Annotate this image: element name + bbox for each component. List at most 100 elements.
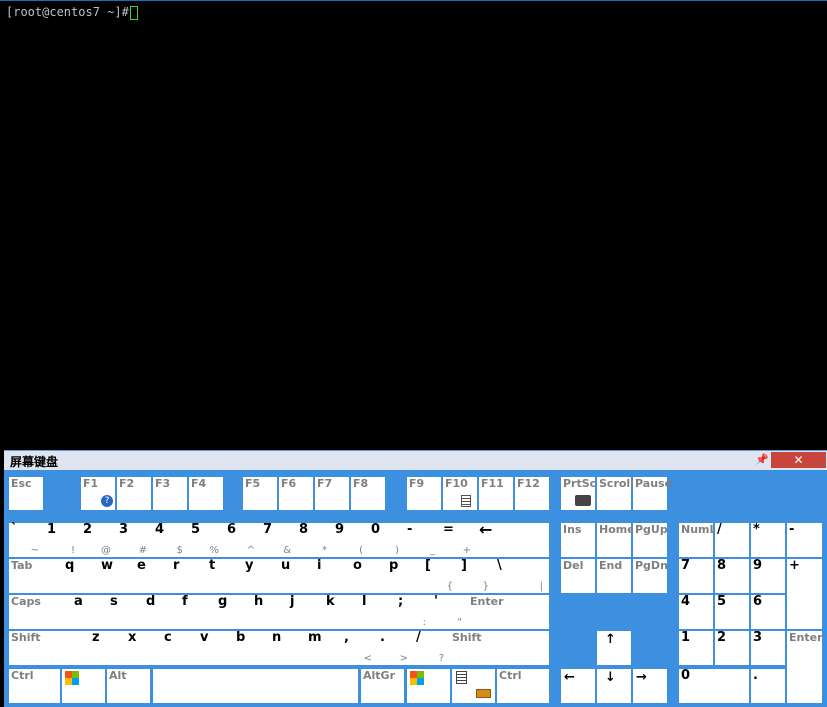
key-numpad-8[interactable]: 8 xyxy=(715,559,749,593)
key-numpad-2[interactable]: 2 xyxy=(715,631,749,665)
key-ins[interactable]: Ins xyxy=(561,523,595,557)
key-numpad-enter[interactable]: Enter xyxy=(787,631,823,703)
key-altgr[interactable]: AltGr xyxy=(361,669,404,703)
key-5[interactable]: 5% xyxy=(189,523,225,557)
key-pgdn[interactable]: PgDn xyxy=(633,559,668,593)
key-l[interactable]: l xyxy=(360,595,396,629)
key-9[interactable]: 9( xyxy=(333,523,369,557)
key-end[interactable]: End xyxy=(597,559,631,593)
key-numpad-subtract[interactable]: - xyxy=(787,523,822,557)
key-alt[interactable]: Alt xyxy=(107,669,150,703)
key-ctrl-left[interactable]: Ctrl xyxy=(9,669,60,703)
key-prtsc[interactable]: PrtSc xyxy=(561,477,596,510)
key-pgup[interactable]: PgUp xyxy=(633,523,668,557)
key-f12[interactable]: F12 xyxy=(515,477,549,510)
key-h[interactable]: h xyxy=(252,595,288,629)
keyboard-title-bar[interactable]: 屏幕键盘 📌 ✕ xyxy=(4,451,827,470)
key-3[interactable]: 3 # xyxy=(117,523,153,557)
key-c[interactable]: c xyxy=(162,631,198,665)
key-r[interactable]: r xyxy=(171,559,207,593)
key-arrow-right[interactable]: → xyxy=(633,669,667,703)
key-right-bracket[interactable]: ]} xyxy=(459,559,495,593)
key-q[interactable]: q xyxy=(63,559,99,593)
key-a[interactable]: a xyxy=(72,595,108,629)
key-6[interactable]: 6 ^ xyxy=(225,523,261,557)
key-o[interactable]: o xyxy=(351,559,387,593)
key-numlock[interactable]: NumL xyxy=(679,523,717,557)
key-f4[interactable]: F4 xyxy=(189,477,223,510)
key-v[interactable]: v xyxy=(198,631,234,665)
key-slash[interactable]: /? xyxy=(414,631,450,665)
key-f10[interactable]: F10 xyxy=(443,477,477,510)
key-e[interactable]: e xyxy=(135,559,171,593)
key-k[interactable]: k xyxy=(324,595,360,629)
key-f5[interactable]: F5 xyxy=(243,477,277,510)
key-enter[interactable]: Enter xyxy=(468,595,549,629)
key-4[interactable]: 4 $ xyxy=(153,523,189,557)
key-y[interactable]: y xyxy=(243,559,279,593)
key-period[interactable]: . > xyxy=(378,631,414,665)
key-z[interactable]: z xyxy=(90,631,126,665)
key-comma[interactable]: , < xyxy=(342,631,378,665)
key-b[interactable]: b xyxy=(234,631,270,665)
key-arrow-left[interactable]: ← xyxy=(561,669,595,703)
key-2[interactable]: 2 @ xyxy=(81,523,117,557)
pin-icon[interactable]: 📌 xyxy=(755,453,769,467)
key-arrow-up[interactable]: ↑ xyxy=(597,631,631,665)
key-menu[interactable] xyxy=(452,669,495,703)
key-8[interactable]: 8 * xyxy=(297,523,333,557)
key-quote[interactable]: ' " xyxy=(432,595,468,629)
key-semicolon[interactable]: ;: xyxy=(396,595,432,629)
key-w[interactable]: w xyxy=(99,559,135,593)
key-shift-right[interactable]: Shift xyxy=(450,631,549,665)
terminal-area[interactable]: [root@centos7 ~]# xyxy=(0,1,827,450)
key-pause[interactable]: Pause xyxy=(633,477,672,510)
key-f7[interactable]: F7 xyxy=(315,477,349,510)
close-button[interactable]: ✕ xyxy=(771,452,826,468)
key-del[interactable]: Del xyxy=(561,559,595,593)
key-x[interactable]: x xyxy=(126,631,162,665)
key-f[interactable]: f xyxy=(180,595,216,629)
key-d[interactable]: d xyxy=(144,595,180,629)
key-f1[interactable]: F1? xyxy=(81,477,115,510)
key-caps[interactable]: Caps xyxy=(9,595,72,629)
key-numpad-0[interactable]: 0 xyxy=(679,669,749,703)
key-space[interactable] xyxy=(153,669,358,703)
key-numpad-add[interactable]: + xyxy=(787,559,822,629)
key-backtick[interactable]: ` ~ xyxy=(9,523,45,557)
key-windows-left[interactable] xyxy=(62,669,105,703)
key-f9[interactable]: F9 xyxy=(407,477,441,510)
key-s[interactable]: s xyxy=(108,595,144,629)
key-m[interactable]: m xyxy=(306,631,342,665)
key-scroll[interactable]: Scroll xyxy=(597,477,634,510)
key-backspace[interactable]: ← xyxy=(477,522,549,557)
key-equal[interactable]: = + xyxy=(441,523,477,557)
key-minus[interactable]: - _ xyxy=(405,523,441,557)
key-numpad-multiply[interactable]: * xyxy=(751,523,785,557)
key-tab[interactable]: Tab xyxy=(9,559,63,593)
key-f3[interactable]: F3 xyxy=(153,477,187,510)
key-f6[interactable]: F6 xyxy=(279,477,313,510)
key-numpad-1[interactable]: 1 xyxy=(679,631,713,665)
key-numpad-7[interactable]: 7 xyxy=(679,559,713,593)
key-esc[interactable]: Esc xyxy=(9,477,43,510)
key-shift-left[interactable]: Shift xyxy=(9,631,90,665)
key-1[interactable]: 1! xyxy=(45,523,81,557)
key-u[interactable]: u xyxy=(279,559,315,593)
key-ctrl-right[interactable]: Ctrl xyxy=(497,669,549,703)
key-numpad-5[interactable]: 5 xyxy=(715,595,749,629)
key-i[interactable]: i xyxy=(315,559,351,593)
key-g[interactable]: g xyxy=(216,595,252,629)
key-left-bracket[interactable]: [{ xyxy=(423,559,459,593)
key-numpad-decimal[interactable]: . xyxy=(751,669,785,703)
key-f11[interactable]: F11 xyxy=(479,477,513,510)
key-backslash[interactable]: \ | xyxy=(495,559,549,593)
key-windows-right[interactable] xyxy=(407,669,450,703)
key-numpad-3[interactable]: 3 xyxy=(751,631,785,665)
key-f2[interactable]: F2 xyxy=(117,477,151,510)
key-n[interactable]: n xyxy=(270,631,306,665)
key-0[interactable]: 0) xyxy=(369,523,405,557)
key-t[interactable]: t xyxy=(207,559,243,593)
key-f8[interactable]: F8 xyxy=(351,477,385,510)
key-numpad-divide[interactable]: / xyxy=(715,523,749,557)
